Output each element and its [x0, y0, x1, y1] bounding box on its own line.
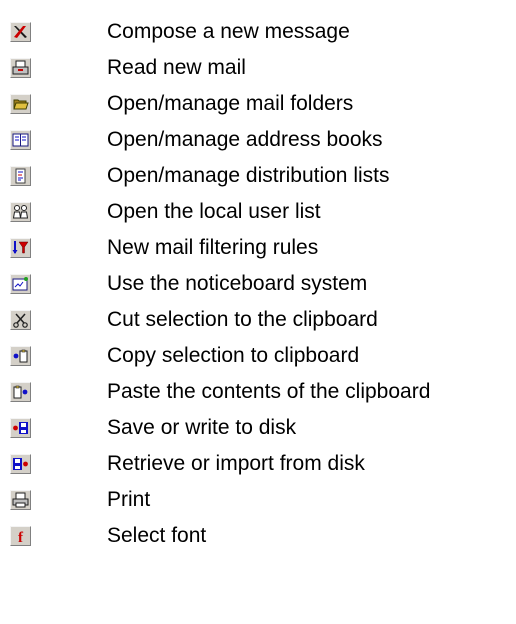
legend-label: Copy selection to clipboard — [107, 344, 360, 367]
legend-row-mail-folders: Open/manage mail folders — [0, 86, 516, 122]
legend-label: Cut selection to the clipboard — [107, 308, 378, 331]
folder-icon — [10, 94, 31, 114]
users-icon — [10, 202, 31, 222]
read-mail-icon — [10, 58, 31, 78]
legend-label: New mail filtering rules — [107, 236, 319, 259]
legend-row-font: f Select font — [0, 518, 516, 554]
legend-row-address-books: Open/manage address books — [0, 122, 516, 158]
legend-label: Retrieve or import from disk — [107, 452, 365, 475]
address-book-icon — [10, 130, 31, 150]
legend-row-retrieve-from-disk: Retrieve or import from disk — [0, 446, 516, 482]
legend-label: Open/manage mail folders — [107, 92, 354, 115]
legend-label: Print — [107, 488, 151, 511]
legend-row-user-list: Open the local user list — [0, 194, 516, 230]
legend-label: Paste the contents of the clipboard — [107, 380, 431, 403]
retrieve-from-disk-icon — [10, 454, 31, 474]
copy-icon — [10, 346, 31, 366]
toolbar-icon-legend: Compose a new message Read new mail Open… — [0, 0, 516, 624]
noticeboard-icon — [10, 274, 31, 294]
legend-row-read-mail: Read new mail — [0, 50, 516, 86]
legend-row-print: Print — [0, 482, 516, 518]
legend-row-paste: Paste the contents of the clipboard — [0, 374, 516, 410]
cut-icon — [10, 310, 31, 330]
legend-label: Compose a new message — [107, 20, 350, 43]
legend-label: Open/manage distribution lists — [107, 164, 390, 187]
legend-label: Use the noticeboard system — [107, 272, 368, 295]
distribution-list-icon — [10, 166, 31, 186]
legend-label: Open the local user list — [107, 200, 321, 223]
print-icon — [10, 490, 31, 510]
legend-row-save-to-disk: Save or write to disk — [0, 410, 516, 446]
legend-row-noticeboard: Use the noticeboard system — [0, 266, 516, 302]
legend-label: Read new mail — [107, 56, 246, 79]
legend-row-distribution-lists: Open/manage distribution lists — [0, 158, 516, 194]
legend-row-cut: Cut selection to the clipboard — [0, 302, 516, 338]
save-to-disk-icon — [10, 418, 31, 438]
legend-label: Select font — [107, 524, 207, 547]
compose-icon — [10, 22, 31, 42]
legend-row-compose: Compose a new message — [0, 14, 516, 50]
legend-label: Open/manage address books — [107, 128, 383, 151]
paste-icon — [10, 382, 31, 402]
filter-rules-icon — [10, 238, 31, 258]
legend-label: Save or write to disk — [107, 416, 297, 439]
font-icon: f — [10, 526, 31, 546]
legend-row-filter-rules: New mail filtering rules — [0, 230, 516, 266]
svg-text:f: f — [18, 530, 24, 545]
legend-row-copy: Copy selection to clipboard — [0, 338, 516, 374]
